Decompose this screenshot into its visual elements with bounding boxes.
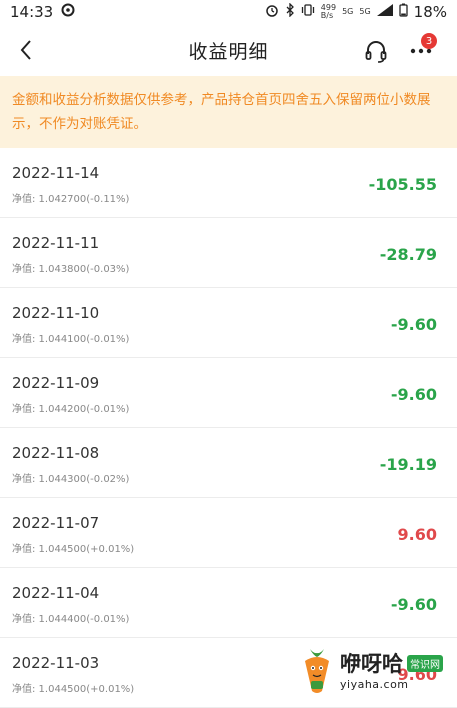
earnings-list: 2022-11-14 净值: 1.042700(-0.11%) -105.55 … — [0, 148, 457, 708]
record-nav: 净值: 1.044400(-0.01%) — [12, 614, 130, 625]
watermark-url: yiyaha.com — [340, 678, 409, 691]
signal-icon — [376, 4, 393, 20]
record-nav: 净值: 1.043800(-0.03%) — [12, 264, 130, 275]
record-amount: -19.19 — [379, 455, 437, 474]
record-nav: 净值: 1.044100(-0.01%) — [12, 334, 130, 345]
record-nav: 净值: 1.044500(+0.01%) — [12, 684, 135, 695]
battery-icon — [399, 3, 408, 21]
record-amount: -9.60 — [390, 315, 437, 334]
list-item[interactable]: 2022-11-10 净值: 1.044100(-0.01%) -9.60 — [0, 288, 457, 358]
record-date: 2022-11-14 — [12, 164, 100, 182]
battery-level: 18% — [413, 3, 447, 21]
status-bar: 14:33 499 B/s 5G 5G 18% — [0, 0, 457, 24]
list-item[interactable]: 2022-11-08 净值: 1.044300(-0.02%) -19.19 — [0, 428, 457, 498]
signal-5g-1: 5G — [342, 7, 354, 16]
record-date: 2022-11-07 — [12, 514, 100, 532]
list-item[interactable]: 2022-11-07 净值: 1.044500(+0.01%) 9.60 — [0, 498, 457, 568]
list-item[interactable]: 2022-11-11 净值: 1.043800(-0.03%) -28.79 — [0, 218, 457, 288]
record-amount: -9.60 — [390, 595, 437, 614]
headset-icon — [365, 41, 387, 63]
back-button[interactable] — [12, 36, 40, 64]
list-item[interactable]: 2022-11-04 净值: 1.044400(-0.01%) -9.60 — [0, 568, 457, 638]
record-date: 2022-11-04 — [12, 584, 100, 602]
alarm-icon — [265, 3, 279, 21]
network-speed: 499 B/s — [320, 3, 337, 20]
record-amount: -28.79 — [379, 245, 437, 264]
record-amount: 9.60 — [397, 525, 437, 544]
watermark: 咿呀哈 常识网 yiyaha.com — [300, 642, 457, 697]
record-amount: -9.60 — [390, 385, 437, 404]
app-notification-icon — [61, 3, 75, 21]
notification-badge: 3 — [421, 33, 437, 49]
customer-service-button[interactable] — [362, 37, 390, 65]
carrot-mascot-icon — [305, 648, 329, 693]
record-date: 2022-11-10 — [12, 304, 100, 322]
list-item[interactable]: 2022-11-09 净值: 1.044200(-0.01%) -9.60 — [0, 358, 457, 428]
watermark-tag: 常识网 — [407, 654, 443, 672]
watermark-name: 咿呀哈 — [340, 652, 403, 676]
vibrate-icon — [301, 4, 315, 20]
chevron-left-icon — [20, 40, 31, 60]
disclaimer-notice: 金额和收益分析数据仅供参考，产品持仓首页四舍五入保留两位小数展示，不作为对账凭证… — [0, 76, 457, 148]
nav-bar: 收益明细 — [0, 24, 457, 76]
record-amount: -105.55 — [368, 175, 437, 194]
page-title: 收益明细 — [188, 40, 269, 63]
record-nav: 净值: 1.044200(-0.01%) — [12, 404, 130, 415]
record-date: 2022-11-03 — [12, 654, 100, 672]
record-date: 2022-11-09 — [12, 374, 100, 392]
signal-5g-2: 5G — [359, 7, 371, 16]
record-date: 2022-11-08 — [12, 444, 100, 462]
list-item[interactable]: 2022-11-14 净值: 1.042700(-0.11%) -105.55 — [0, 148, 457, 218]
record-nav: 净值: 1.044500(+0.01%) — [12, 544, 135, 555]
status-time: 14:33 — [10, 3, 54, 21]
record-nav: 净值: 1.044300(-0.02%) — [12, 474, 130, 485]
bluetooth-icon — [285, 2, 295, 21]
record-date: 2022-11-11 — [12, 234, 100, 252]
record-nav: 净值: 1.042700(-0.11%) — [12, 194, 130, 205]
